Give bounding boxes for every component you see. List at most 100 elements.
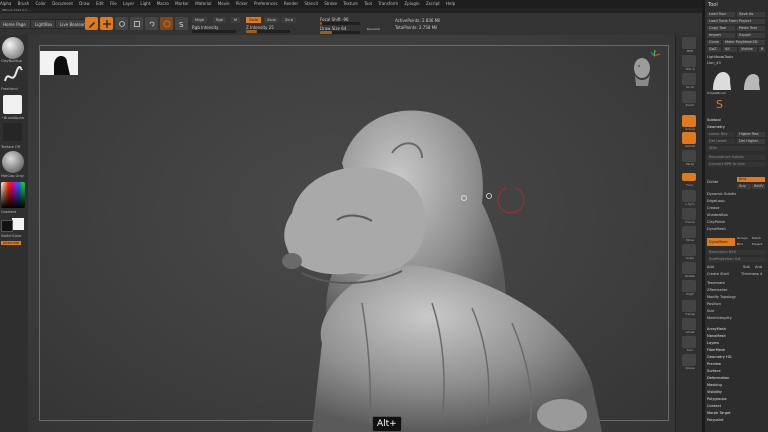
save-as-button[interactable]: Save As [737,12,765,17]
rgb-button[interactable]: Rgb [213,17,226,23]
menu-edit[interactable]: Edit [96,0,104,8]
menu-file[interactable]: File [110,0,117,8]
groups-button[interactable]: Groups [737,236,751,241]
gizmo-icon[interactable] [160,17,173,30]
tool-thumbnail-lion[interactable] [709,68,733,90]
menu-zscript[interactable]: Zscript [426,0,440,8]
blur-slider[interactable]: Blur [737,242,751,247]
navigator-thumbnail[interactable] [40,51,78,75]
dynamesh-button[interactable]: DynaMesh [707,238,735,246]
menu-draw[interactable]: Draw [79,0,89,8]
crease-section[interactable]: Crease [707,206,765,211]
goz-r-button[interactable]: R [759,47,765,52]
polish-button[interactable]: Polish [752,236,765,241]
dynamesh-section[interactable]: DynaMesh [707,227,765,232]
sdiv-slider[interactable]: SDiv [707,146,765,151]
focal-shift-slider[interactable] [320,22,360,25]
shadowbox-section[interactable]: ShadowBox [707,213,765,218]
preview-section[interactable]: Preview [707,362,765,367]
del-higher-button[interactable]: Del Higher [737,139,765,144]
edit-icon[interactable] [85,17,98,30]
alpha-thumbnail[interactable] [3,95,22,114]
tool-palette-title[interactable]: Tool [708,2,718,8]
lion-sculpture[interactable] [272,103,632,432]
move-icon[interactable] [115,17,128,30]
edgeloop-section[interactable]: EdgeLoop [707,199,765,204]
tessimate-section[interactable]: Tessimate [707,281,765,286]
mrgb-button[interactable]: Mrgb [192,17,207,23]
menu-marker[interactable]: Marker [175,0,189,8]
orientation-head-icon[interactable] [624,50,664,90]
load-tool-button[interactable]: Load Tool [707,12,735,17]
geometry-section[interactable]: Geometry [707,125,765,130]
switch-color-label[interactable]: SwitchColor [1,234,22,238]
move-view-button[interactable] [682,226,696,238]
actual-button[interactable] [682,115,696,127]
visible-button[interactable]: Visible [739,47,757,52]
menu-alpha[interactable]: Alpha [0,0,11,8]
menu-stencil[interactable]: Stencil [304,0,318,8]
menu-render[interactable]: Render [284,0,298,8]
export-button[interactable]: Export [737,33,765,38]
clone-button[interactable]: Clone [707,40,721,45]
scroll-button[interactable] [682,73,696,85]
scale-icon[interactable] [130,17,143,30]
bpr-button[interactable] [682,37,696,49]
color-picker[interactable] [1,182,25,208]
morph-target-section[interactable]: Morph Target [707,411,765,416]
main-color-swatch[interactable] [12,218,24,230]
simple-brush-icon[interactable]: S [715,97,727,111]
contact-section[interactable]: Contact [707,404,765,409]
menu-material[interactable]: Material [195,0,211,8]
modify-topology-section[interactable]: Modify Topology [707,295,765,300]
size-section[interactable]: Size [707,309,765,314]
masking-section[interactable]: Masking [707,383,765,388]
tool-thumbnail-secondary[interactable] [739,68,763,90]
polypaint-section[interactable]: Polypaint [707,418,765,423]
reconstruct-subdiv-button[interactable]: Reconstruct Subdiv [707,155,765,160]
fibermesh-section[interactable]: FiberMesh [707,348,765,353]
dynamic-subdiv-section[interactable]: Dynamic Subdiv [707,192,765,197]
add-button[interactable]: Add [707,265,725,270]
material-thumbnail[interactable] [2,151,24,173]
rotate-icon[interactable] [145,17,158,30]
menu-preferences[interactable]: Preferences [254,0,278,8]
menu-transform[interactable]: Transform [378,0,398,8]
menu-brush[interactable]: Brush [18,0,30,8]
dynamic-button[interactable]: Dynamic [367,27,380,31]
polygroups-section[interactable]: Polygroups [707,397,765,402]
zoom-button[interactable] [682,91,696,103]
layers-section[interactable]: Layers [707,341,765,346]
rotate-view-button[interactable] [682,262,696,274]
goz-button[interactable]: GoZ [707,47,721,52]
document-canvas[interactable] [28,35,675,432]
del-lower-button[interactable]: Del Lower [707,139,735,144]
subprojection-slider[interactable]: SubProjection 0.6 [707,257,765,262]
all-button[interactable]: All [723,47,737,52]
menu-stroke[interactable]: Stroke [324,0,337,8]
solo-button[interactable] [682,336,696,348]
convert-bpr-button[interactable]: Convert BPR To Geo [707,162,765,167]
divide-button[interactable]: Divide [707,180,735,185]
stroke-thumbnail[interactable] [2,65,24,87]
suv-button[interactable]: Suv [737,184,751,189]
claypolish-section[interactable]: ClayPolish [707,220,765,225]
texture-thumbnail[interactable] [3,123,22,141]
subtool-section[interactable]: Subtool [707,118,765,123]
and-button[interactable]: And [755,265,765,270]
menu-macro[interactable]: Macro [157,0,169,8]
transp-button[interactable] [682,300,696,312]
lower-res-button[interactable]: Lower Res [707,132,735,137]
copy-tool-button[interactable]: Copy Tool [707,26,735,31]
geometry-hd-section[interactable]: Geometry HD [707,355,765,360]
frame-button[interactable] [682,208,696,220]
menu-movie[interactable]: Movie [218,0,230,8]
xpose-button[interactable] [682,354,696,366]
smt-button[interactable]: Smt [737,177,765,182]
menu-picker[interactable]: Picker [236,0,248,8]
nanomesh-section[interactable]: NanoMesh [707,334,765,339]
load-tools-from-project-button[interactable]: Load Tools From Project [707,19,765,24]
menu-color[interactable]: Color [35,0,45,8]
menu-light[interactable]: Light [140,0,150,8]
draw-size-slider[interactable] [320,31,360,34]
